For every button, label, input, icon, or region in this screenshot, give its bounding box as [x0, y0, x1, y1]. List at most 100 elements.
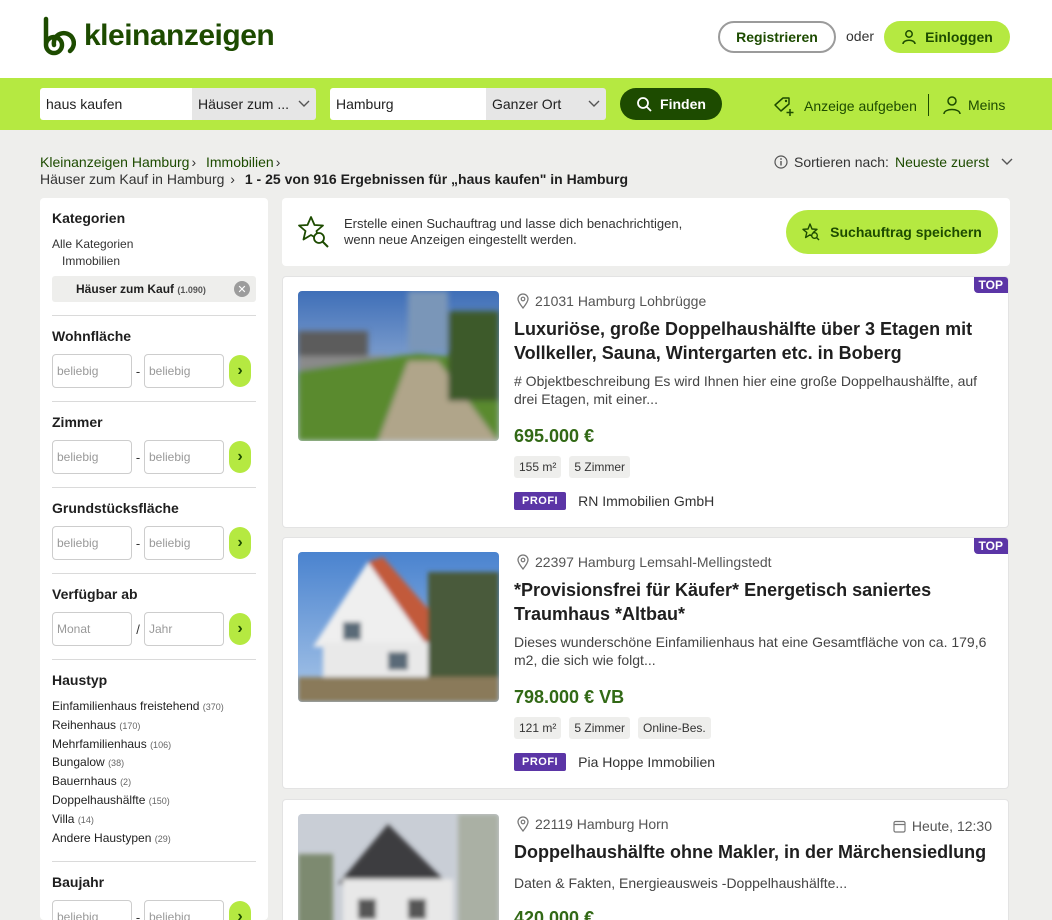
banner-text: Erstelle einen Suchauftrag und lasse dic…	[344, 216, 682, 248]
house-type-item[interactable]: Doppelhaushälfte (150)	[52, 792, 256, 811]
active-category-label: Häuser zum Kauf	[76, 282, 175, 296]
apply-button[interactable]: ›	[229, 613, 251, 645]
login-label: Einloggen	[925, 29, 993, 45]
chevron-right-icon: ›	[226, 171, 235, 187]
range-separator: /	[136, 621, 140, 637]
range-separator: -	[135, 535, 141, 551]
listing-date-text: Heute, 12:30	[911, 818, 992, 834]
seller-name[interactable]: RN Immobilien GmbH	[578, 493, 714, 509]
find-label: Finden	[660, 96, 706, 112]
listing-title[interactable]: Luxuriöse, große Doppelhaushälfte über 3…	[514, 317, 994, 365]
filter-house-type: Haustyp Einfamilienhaus freistehend (370…	[52, 660, 256, 863]
living-area-max-input[interactable]: beliebig	[144, 354, 224, 388]
house-type-count: (150)	[148, 795, 170, 806]
listing-card[interactable]: 22119 Hamburg Horn Heute, 12:30 Doppelha…	[282, 799, 1009, 920]
chevron-down-icon	[588, 100, 600, 107]
listing-card[interactable]: TOP 21031 Hamburg Lohbrügge Luxuriöse, g…	[282, 276, 1009, 528]
house-type-item[interactable]: Reihenhaus (170)	[52, 717, 256, 736]
house-type-label: Villa	[52, 811, 75, 826]
rooms-min-input[interactable]: beliebig	[52, 440, 132, 474]
house-type-count: (14)	[77, 814, 94, 825]
breadcrumb-current[interactable]: Häuser zum Kauf in Hamburg	[40, 171, 224, 187]
apply-button[interactable]: ›	[229, 355, 251, 387]
find-button[interactable]: Finden	[620, 88, 722, 120]
house-photo	[298, 552, 499, 702]
top-badge: TOP	[973, 538, 1008, 554]
house-type-item[interactable]: Bauernhaus (2)	[52, 773, 256, 792]
save-search-button[interactable]: Suchauftrag speichern	[786, 210, 998, 254]
active-category-chip: Häuser zum Kauf (1.090) ✕	[52, 276, 256, 302]
listing-tag: 121 m²	[514, 717, 562, 739]
category-link-all[interactable]: Alle Kategorien	[52, 236, 256, 253]
breadcrumb-link[interactable]: Immobilien	[206, 154, 274, 170]
house-type-item[interactable]: Mehrfamilienhaus (106)	[52, 736, 256, 755]
sort-value: Neueste zuerst	[894, 154, 990, 170]
chevron-down-icon	[298, 100, 310, 107]
banner-line: Erstelle einen Suchauftrag und lasse dic…	[344, 216, 683, 231]
plot-min-input[interactable]: beliebig	[52, 526, 132, 560]
house-type-item[interactable]: Bungalow (38)	[52, 754, 256, 773]
listing-date: Heute, 12:30	[893, 818, 992, 834]
house-type-count: (29)	[154, 833, 171, 844]
seller-name[interactable]: Pia Hoppe Immobilien	[578, 754, 715, 770]
listing-price: 420.000 €	[514, 908, 595, 920]
search-input[interactable]: haus kaufen	[40, 88, 192, 120]
location-input[interactable]: Hamburg	[330, 88, 486, 120]
listing-title[interactable]: Doppelhaushälfte ohne Makler, in der Mär…	[514, 840, 994, 864]
listing-image[interactable]	[298, 291, 499, 441]
profi-badge: PROFI	[514, 492, 567, 510]
listing-image[interactable]	[298, 814, 499, 920]
logo-text: kleinanzeigen	[84, 19, 275, 52]
post-ad-link[interactable]: Anzeige aufgeben	[772, 95, 917, 117]
close-icon[interactable]: ✕	[234, 281, 250, 297]
top-badge: TOP	[973, 277, 1008, 293]
house-type-count: (2)	[120, 777, 132, 788]
location-pin-icon	[517, 554, 529, 570]
year-max-input[interactable]: beliebig	[144, 900, 224, 920]
house-type-item[interactable]: Villa (14)	[52, 811, 256, 830]
chevron-right-icon: ›	[275, 154, 281, 170]
house-type-count: (38)	[108, 758, 125, 769]
month-input[interactable]: Monat	[52, 612, 132, 646]
year-min-input[interactable]: beliebig	[52, 900, 132, 920]
filter-title: Kategorien	[52, 210, 126, 226]
apply-button[interactable]: ›	[229, 527, 251, 559]
breadcrumb: Kleinanzeigen Hamburg › Immobilien › Häuse…	[40, 154, 628, 188]
house-type-item[interactable]: Andere Haustypen (29)	[52, 830, 256, 849]
filter-rooms: Zimmer beliebig - beliebig ›	[52, 402, 256, 488]
info-icon	[774, 155, 788, 169]
house-type-item[interactable]: Einfamilienhaus freistehend (370)	[52, 698, 256, 717]
star-search-icon	[298, 216, 329, 248]
star-search-icon	[802, 223, 820, 241]
filter-title: Baujahr	[52, 874, 105, 891]
house-type-label: Doppelhaushälfte	[52, 792, 146, 807]
category-link-real-estate[interactable]: Immobilien	[52, 253, 256, 270]
listing-seller: PROFI RN Immobilien GmbH	[514, 492, 714, 510]
my-account-link[interactable]: Meins	[942, 95, 1005, 115]
site-header: kleinanzeigen Registrieren oder Einlogge…	[0, 0, 1052, 78]
listing-card[interactable]: TOP 22397 Hamburg Lemsahl-Mellingstedt *…	[282, 537, 1009, 789]
year-input[interactable]: Jahr	[144, 612, 224, 646]
breadcrumb-link[interactable]: Kleinanzeigen Hamburg	[40, 154, 189, 170]
logo[interactable]: kleinanzeigen	[40, 15, 275, 57]
category-select[interactable]: Häuser zum ...	[192, 88, 316, 120]
search-icon	[637, 97, 652, 112]
apply-button[interactable]: ›	[229, 441, 251, 473]
house-type-label: Einfamilienhaus freistehend	[52, 699, 200, 713]
tag-plus-icon	[774, 97, 794, 116]
living-area-min-input[interactable]: beliebig	[52, 354, 132, 388]
radius-select[interactable]: Ganzer Ort	[486, 88, 606, 120]
login-button[interactable]: Einloggen	[884, 21, 1010, 53]
rooms-max-input[interactable]: beliebig	[144, 440, 224, 474]
listing-title[interactable]: *Provisionsfrei für Käufer* Energetisch …	[514, 578, 994, 626]
filter-available-from: Verfügbar ab Monat / Jahr ›	[52, 574, 256, 660]
plot-max-input[interactable]: beliebig	[144, 526, 224, 560]
listing-location: 22397 Hamburg Lemsahl-Mellingstedt	[517, 554, 772, 570]
apply-button[interactable]: ›	[229, 901, 251, 920]
sort-dropdown[interactable]: Sortieren nach: Neueste zuerst	[774, 154, 1013, 170]
listing-location-text: 21031 Hamburg Lohbrügge	[535, 293, 707, 309]
register-button[interactable]: Registrieren	[718, 21, 836, 53]
listing-image[interactable]	[298, 552, 499, 702]
listing-location-text: 22119 Hamburg Horn	[535, 816, 669, 832]
banner-line: wenn neue Anzeigen eingestellt werden.	[344, 232, 577, 247]
